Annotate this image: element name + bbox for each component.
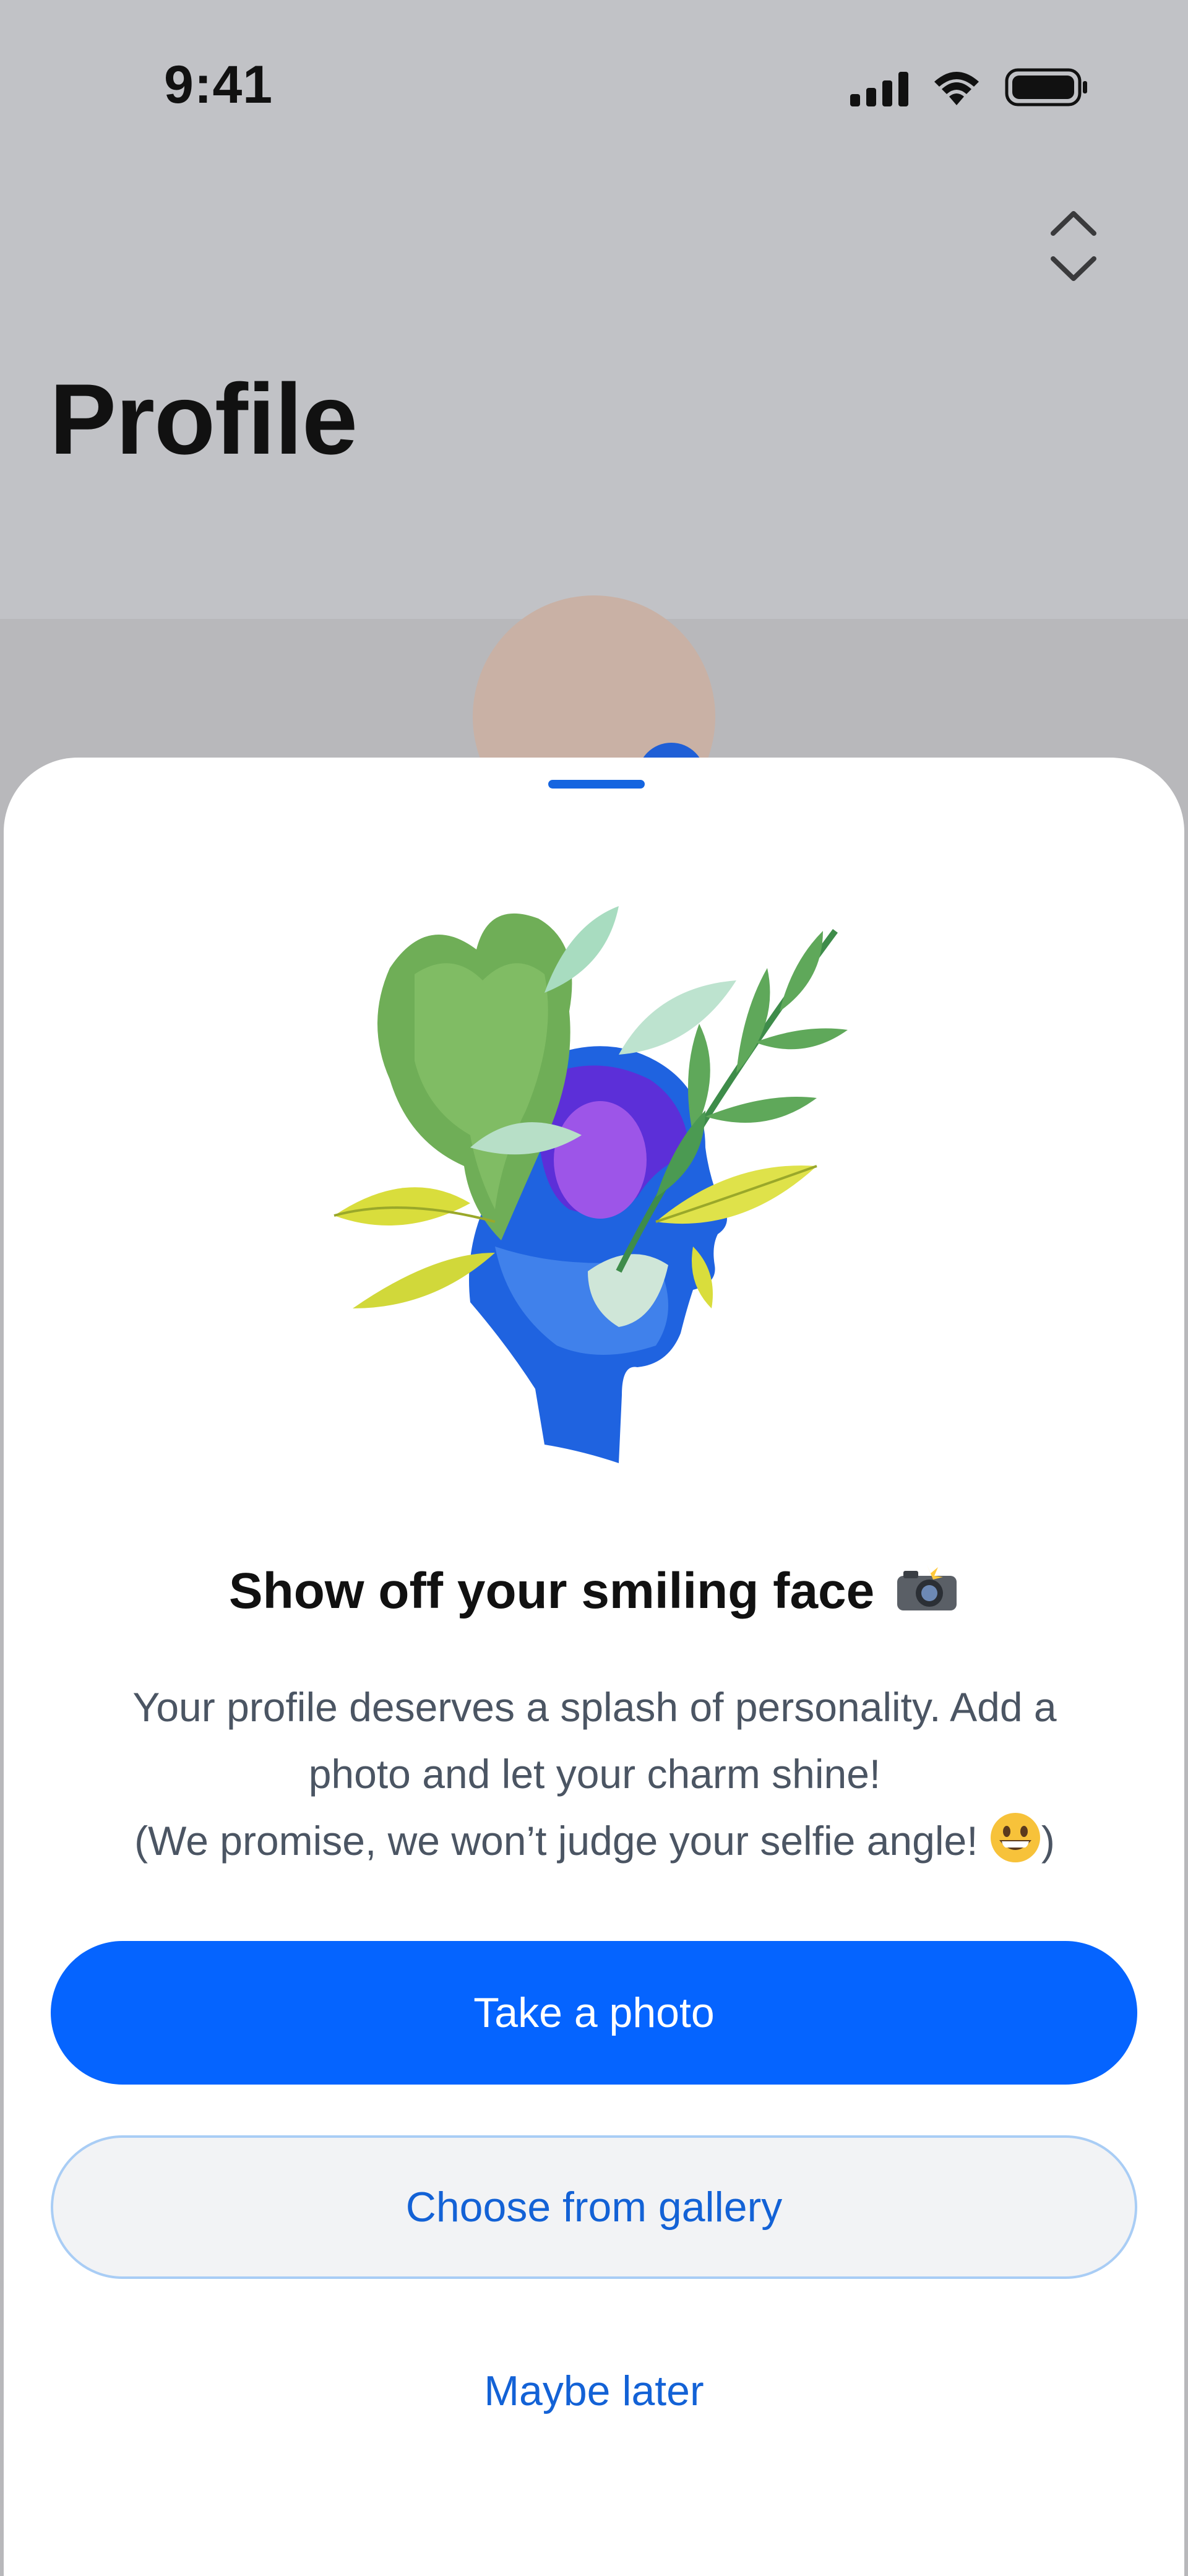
status-time: 9:41 <box>164 55 273 115</box>
photo-prompt-sheet: Show off your smiling face Your profile … <box>4 758 1184 2576</box>
sheet-drag-handle[interactable] <box>548 780 645 789</box>
chevron-up-down-icon[interactable] <box>1046 207 1101 285</box>
cellular-signal-icon <box>850 72 908 106</box>
sheet-headline: Show off your smiling face <box>4 1562 1184 1620</box>
maybe-later-button[interactable]: Maybe later <box>4 2367 1184 2415</box>
sheet-description-line-3: (We promise, we won’t judge your selfie … <box>72 1807 1117 1874</box>
sheet-description-line-3-end: ) <box>1041 1818 1055 1864</box>
sheet-headline-text: Show off your smiling face <box>228 1563 875 1619</box>
head-with-leaves-illustration <box>334 906 848 1463</box>
grinning-face-emoji <box>990 1813 1040 1862</box>
sheet-description: Your profile deserves a splash of person… <box>72 1674 1117 1874</box>
status-icons <box>850 68 1089 106</box>
camera-with-flash-emoji <box>897 1565 957 1610</box>
screen: 9:41 Profile Show off your smiling face … <box>0 0 1188 2576</box>
wifi-icon <box>934 72 979 105</box>
take-photo-button[interactable]: Take a photo <box>51 1941 1137 2085</box>
battery-icon <box>1005 68 1087 106</box>
page-title: Profile <box>50 363 358 475</box>
choose-from-gallery-button[interactable]: Choose from gallery <box>51 2135 1137 2279</box>
status-bar: 9:41 <box>0 0 1188 173</box>
sheet-description-line-3-text: (We promise, we won’t judge your selfie … <box>134 1818 978 1864</box>
sheet-description-line-2: photo and let your charm shine! <box>308 1751 881 1797</box>
sheet-description-line-1: Your profile deserves a splash of person… <box>132 1684 1057 1730</box>
